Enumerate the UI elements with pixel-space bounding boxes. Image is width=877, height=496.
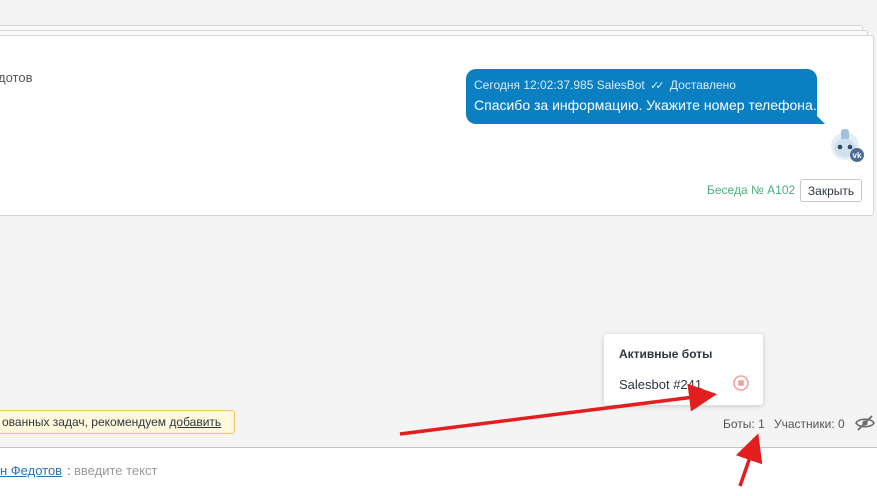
vk-badge: vk (853, 151, 862, 160)
message-bubble: Сегодня 12:02:37.985 SalesBot ✓✓ Доставл… (466, 69, 825, 124)
active-bot-name[interactable]: Salesbot #241 (619, 377, 702, 392)
message-input-area: н Федотов : (0, 447, 877, 496)
participants-count[interactable]: Участники: 0 (774, 417, 845, 431)
message-meta: Сегодня 12:02:37.985 SalesBot ✓✓ Доставл… (474, 78, 817, 92)
bubble-tail (816, 115, 825, 124)
add-task-link[interactable]: добавить (169, 415, 221, 429)
popup-title: Активные боты (619, 347, 713, 361)
message-text: Спасибо за информацию. Укажите номер тел… (474, 97, 817, 113)
contact-name-partial: дотов (0, 70, 33, 85)
active-bots-popup: Активные боты Salesbot #241 (604, 334, 763, 405)
message-status: Доставлено (669, 78, 736, 92)
eye-off-icon[interactable] (855, 414, 875, 432)
message-time: Сегодня 12:02:37.985 SalesBot (474, 78, 645, 92)
bots-count[interactable]: Боты: 1 (723, 417, 765, 431)
chat-number[interactable]: Беседа № А102 (707, 183, 795, 197)
message-input[interactable] (74, 460, 674, 480)
tasks-hint: ованных задач, рекомендуем добавить (0, 410, 235, 434)
double-check-icon: ✓✓ (650, 80, 665, 92)
recipient-separator: : (67, 463, 71, 478)
recipient-name-link[interactable]: н Федотов (0, 463, 62, 478)
bot-avatar-icon: vk (827, 126, 865, 164)
close-chat-button[interactable]: Закрыть (800, 179, 862, 202)
hint-text: ованных задач, рекомендуем (2, 415, 170, 429)
stop-icon[interactable] (733, 375, 749, 391)
